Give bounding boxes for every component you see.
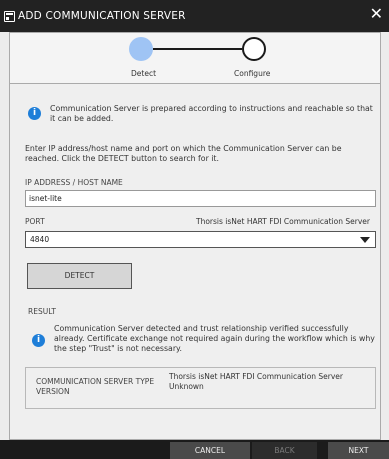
chevron-down-icon[interactable] [360, 237, 370, 243]
footer-bar: CANCEL BACK NEXT [0, 440, 389, 459]
content-panel: i Communication Server is prepared accor… [9, 84, 381, 440]
window-title: ADD COMMUNICATION SERVER [18, 10, 186, 22]
port-select[interactable]: 4840 [25, 231, 376, 248]
next-button[interactable]: NEXT [328, 442, 389, 459]
app-icon [4, 10, 15, 22]
detect-button[interactable]: DETECT [27, 263, 132, 289]
back-button[interactable]: BACK [252, 442, 317, 459]
port-label: PORT [25, 217, 45, 226]
intro-text: Enter IP address/host name and port on w… [25, 144, 342, 163]
ip-address-input[interactable] [25, 190, 376, 207]
server-info-table: COMMUNICATION SERVER TYPE VERSION Thorsi… [25, 367, 376, 409]
dialog-window: ADD COMMUNICATION SERVER ✕ Detect Config… [0, 0, 389, 459]
info-icon: i [32, 334, 45, 347]
step-configure-label: Configure [234, 69, 271, 78]
close-icon[interactable]: ✕ [370, 6, 383, 22]
server-type-value: Thorsis isNet HART FDI Communication Ser… [169, 372, 344, 381]
title-bar: ADD COMMUNICATION SERVER ✕ [0, 0, 389, 32]
server-version-value: Unknown [169, 382, 204, 391]
result-message-row: i Communication Server detected and trus… [32, 324, 380, 354]
port-value: 4840 [30, 235, 50, 244]
server-type-key: COMMUNICATION SERVER TYPE VERSION [36, 377, 155, 396]
ip-label: IP ADDRESS / HOST NAME [25, 178, 123, 187]
step-configure-indicator [242, 37, 266, 61]
step-connector [153, 48, 242, 50]
server-type-values: Thorsis isNet HART FDI Communication Ser… [169, 372, 369, 392]
info-message: Communication Server is prepared accordi… [50, 104, 373, 123]
info-banner: i Communication Server is prepared accor… [28, 104, 378, 124]
result-message: Communication Server detected and trust … [54, 324, 375, 353]
step-detect-label: Detect [131, 69, 157, 78]
server-name-text: Thorsis isNet HART FDI Communication Ser… [195, 217, 370, 226]
cancel-button[interactable]: CANCEL [170, 442, 250, 459]
result-label: RESULT [28, 307, 56, 316]
step-detect-indicator [129, 37, 153, 61]
wizard-stepper: Detect Configure [9, 32, 381, 84]
info-icon: i [28, 107, 41, 120]
